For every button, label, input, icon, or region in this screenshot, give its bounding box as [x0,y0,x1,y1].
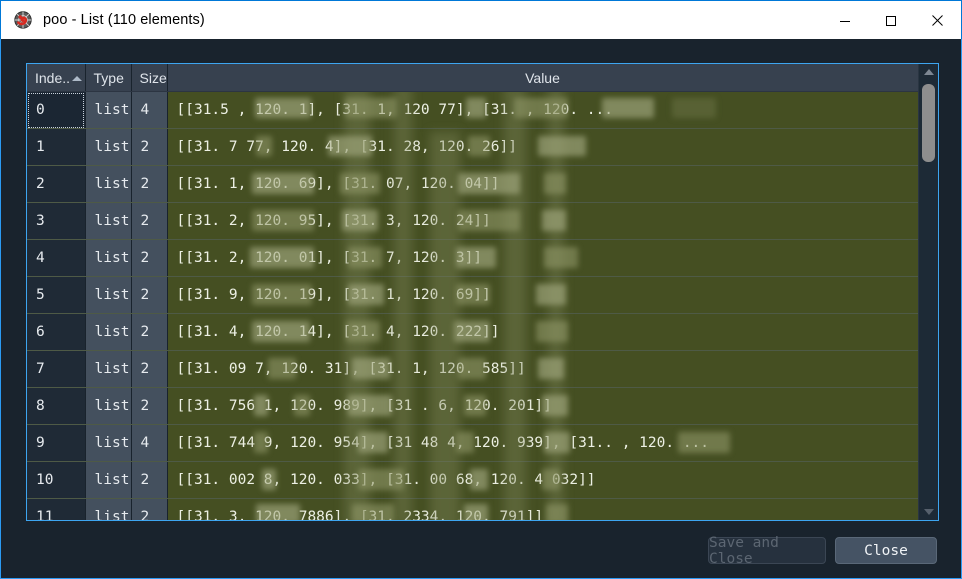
variable-explorer-dialog: poo - List (110 elements) Inde.. Type Si… [0,0,962,579]
cell-size[interactable]: 2 [131,165,168,203]
cell-type[interactable]: list [85,424,132,462]
cell-type[interactable]: list [85,276,132,314]
spyder-icon [14,11,32,29]
cell-type[interactable]: list [85,461,132,499]
table-row[interactable]: 2 list 2 [[31. 1, 120. 69], [31. 07, 120. 0… [27,165,918,203]
table-row[interactable]: 10 list 2 [[31. 002 8, 120. 033], [31. 00 6… [27,461,918,499]
minimize-icon[interactable] [822,2,868,39]
cell-index[interactable]: 2 [27,165,86,203]
cell-size[interactable]: 2 [131,313,168,351]
column-header-index-label: Inde.. [35,69,71,86]
column-header-size[interactable]: Size [131,64,168,92]
table-row[interactable]: 8 list 2 [[31. 756 1, 120. 989], [31 . 6, 1… [27,387,918,425]
dialog-body: Inde.. Type Size Value 0 list 4 [[31.5 ,… [0,39,962,579]
cell-type[interactable]: list [85,91,132,129]
cell-size[interactable]: 4 [131,91,168,129]
cell-type[interactable]: list [85,313,132,351]
column-header-size-label: Size [139,69,167,86]
cell-index[interactable]: 10 [27,461,86,499]
cell-value[interactable]: [[31. 744 9, 120. 954], [31 48 4, 120. 9… [167,424,918,462]
value-table[interactable]: Inde.. Type Size Value 0 list 4 [[31.5 ,… [27,64,918,520]
cell-value[interactable]: [[31. 9, 120. 19], [31. 1, 120. 69]] [167,276,918,314]
cell-size[interactable]: 2 [131,498,168,520]
cell-value[interactable]: [[31. 2, 120. 01], [31. 7, 120. 3]] [167,239,918,277]
window-title: poo - List (110 elements) [43,12,205,28]
cell-type[interactable]: list [85,202,132,240]
table-row[interactable]: 11 list 2 [[31. 3, 120. 7886], [31. 2334, 1… [27,498,918,520]
column-header-index[interactable]: Inde.. [27,64,86,92]
save-and-close-button[interactable]: Save and Close [708,535,826,567]
cell-index[interactable]: 8 [27,387,86,425]
cell-index[interactable]: 3 [27,202,86,240]
cell-index[interactable]: 7 [27,350,86,388]
cell-size[interactable]: 2 [131,128,168,166]
close-button[interactable]: Close [835,537,937,564]
window-controls [822,2,960,39]
cell-index[interactable]: 6 [27,313,86,351]
cell-type[interactable]: list [85,128,132,166]
sort-ascending-icon [71,76,82,81]
cell-index[interactable]: 4 [27,239,86,277]
cell-type[interactable]: list [85,350,132,388]
cell-value[interactable]: [[31. 002 8, 120. 033], [31. 00 68, 120.… [167,461,918,499]
table-row[interactable]: 9 list 4 [[31. 744 9, 120. 954], [31 48 4, … [27,424,918,462]
column-header-value-label: Value [525,69,560,86]
table-row[interactable]: 3 list 2 [[31. 2, 120. 95], [31. 3, 120. 24… [27,202,918,240]
cell-size[interactable]: 2 [131,350,168,388]
table-scroll-area[interactable]: Inde.. Type Size Value 0 list 4 [[31.5 ,… [27,64,918,520]
cell-size[interactable]: 2 [131,387,168,425]
cell-index[interactable]: 0 [27,91,86,129]
table-body: 0 list 4 [[31.5 , 120. 1], [31. 1, 120 77],… [27,91,918,520]
maximize-icon[interactable] [868,2,914,39]
cell-type[interactable]: list [85,239,132,277]
column-header-type-label: Type [93,69,124,86]
cell-value[interactable]: [[31. 7 77, 120. 4], [31. 28, 120. 26]] [167,128,918,166]
cell-size[interactable]: 2 [131,276,168,314]
cell-index[interactable]: 11 [27,498,86,520]
value-table-frame: Inde.. Type Size Value 0 list 4 [[31.5 ,… [26,63,939,521]
table-header-row: Inde.. Type Size Value [27,64,918,92]
table-row[interactable]: 5 list 2 [[31. 9, 120. 19], [31. 1, 120. 69… [27,276,918,314]
scroll-thumb[interactable] [922,84,935,162]
table-row[interactable]: 7 list 2 [[31. 09 7, 120. 31], [31. 1, 120.… [27,350,918,388]
cell-value[interactable]: [[31. 09 7, 120. 31], [31. 1, 120. 585]] [167,350,918,388]
table-row[interactable]: 4 list 2 [[31. 2, 120. 01], [31. 7, 120. 3]… [27,239,918,277]
cell-type[interactable]: list [85,387,132,425]
table-row[interactable]: 0 list 4 [[31.5 , 120. 1], [31. 1, 120 77],… [27,91,918,129]
scroll-down-arrow[interactable] [919,504,938,520]
cell-index[interactable]: 5 [27,276,86,314]
table-row[interactable]: 1 list 2 [[31. 7 77, 120. 4], [31. 28, 120.… [27,128,918,166]
close-icon[interactable] [914,2,960,39]
cell-value[interactable]: [[31. 3, 120. 7886], [31. 2334, 120. 791… [167,498,918,520]
column-header-value[interactable]: Value [167,64,918,92]
cell-size[interactable]: 2 [131,239,168,277]
cell-value[interactable]: [[31. 756 1, 120. 989], [31 . 6, 120. 20… [167,387,918,425]
dialog-footer: Save and Close Close [708,535,937,567]
cell-value[interactable]: [[31. 2, 120. 95], [31. 3, 120. 24]] [167,202,918,240]
scroll-up-arrow[interactable] [919,64,938,80]
cell-index[interactable]: 1 [27,128,86,166]
cell-index[interactable]: 9 [27,424,86,462]
vertical-scrollbar[interactable] [918,64,938,520]
title-bar[interactable]: poo - List (110 elements) [0,0,962,39]
cell-size[interactable]: 2 [131,461,168,499]
cell-type[interactable]: list [85,498,132,520]
cell-size[interactable]: 2 [131,202,168,240]
cell-size[interactable]: 4 [131,424,168,462]
cell-value[interactable]: [[31.5 , 120. 1], [31. 1, 120 77], [31. … [167,91,918,129]
cell-value[interactable]: [[31. 4, 120. 14], [31. 4, 120. 222]] [167,313,918,351]
table-row[interactable]: 6 list 2 [[31. 4, 120. 14], [31. 4, 120. 22… [27,313,918,351]
column-header-type[interactable]: Type [85,64,132,92]
cell-value[interactable]: [[31. 1, 120. 69], [31. 07, 120. 04]] [167,165,918,203]
cell-type[interactable]: list [85,165,132,203]
